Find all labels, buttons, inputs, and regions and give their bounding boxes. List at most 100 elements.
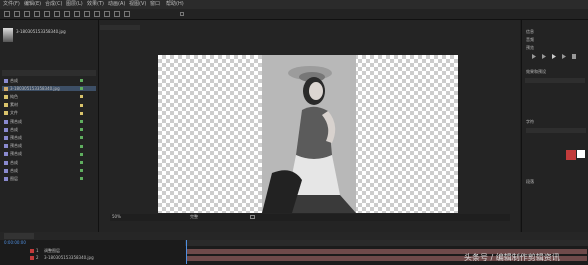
project-item-row[interactable]: 预合成	[2, 144, 96, 149]
project-item-row[interactable]: 素材	[2, 103, 96, 108]
zoom-tool-icon[interactable]	[24, 11, 30, 17]
layer-label-color[interactable]	[30, 249, 34, 253]
footage-thumbnail	[3, 28, 13, 42]
resolution-select[interactable]: 完整	[190, 215, 198, 219]
comp-icon	[4, 135, 8, 140]
menu-item-animation[interactable]: 动画(A)	[108, 2, 125, 7]
menu-item-composition[interactable]: 合成(C)	[45, 2, 62, 7]
project-item-label: 图层	[10, 175, 18, 181]
label-color-dot[interactable]	[80, 136, 83, 140]
pan-tool-icon[interactable]	[54, 11, 60, 17]
menu-item-file[interactable]: 文件(F)	[3, 2, 20, 7]
project-item-row[interactable]: 纯色	[2, 94, 96, 99]
time-ruler[interactable]	[185, 240, 588, 246]
font-select[interactable]	[526, 128, 586, 133]
comp-icon	[4, 168, 8, 173]
project-item-label: 3-180305153358340.jpg	[10, 85, 60, 91]
panel-label-audio[interactable]: 音频	[526, 38, 534, 42]
zoom-select[interactable]: 50%	[112, 215, 121, 219]
comp-icon	[4, 160, 8, 165]
label-color-dot[interactable]	[80, 177, 83, 181]
project-item-row[interactable]: 图层	[2, 176, 96, 181]
label-color-dot[interactable]	[80, 111, 83, 115]
layer-index: 1	[36, 248, 39, 253]
text-tool-icon[interactable]	[84, 11, 90, 17]
project-item-label: 合成	[10, 77, 18, 83]
label-color-dot[interactable]	[80, 95, 83, 99]
project-item-row[interactable]: 合成	[2, 127, 96, 132]
label-color-dot[interactable]	[80, 103, 83, 107]
project-item-row[interactable]: 文件	[2, 111, 96, 116]
puppet-tool-icon[interactable]	[124, 11, 130, 17]
menu-item-window[interactable]: 窗口	[150, 2, 160, 7]
camera-tool-icon[interactable]	[44, 11, 50, 17]
hand-tool-icon[interactable]	[14, 11, 20, 17]
playhead[interactable]	[186, 240, 187, 264]
comp-icon	[4, 144, 8, 149]
project-item-row[interactable]: 预合成	[2, 135, 96, 140]
panel-label-effects[interactable]: 效果和预设	[526, 70, 546, 74]
project-item-label: 预合成	[10, 151, 22, 157]
tab-composition[interactable]	[100, 25, 140, 30]
project-item-label: 素材	[10, 102, 18, 108]
project-item-label: 文件	[10, 110, 18, 116]
project-search-input[interactable]	[2, 70, 96, 76]
project-item-label: 纯色	[10, 93, 18, 99]
rotate-tool-icon[interactable]	[34, 11, 40, 17]
layer-name[interactable]: 调整图层	[44, 249, 60, 253]
footage-icon	[4, 86, 8, 91]
watermark-text: 头条号 / 编辑制作剪辑资讯	[464, 253, 560, 262]
panel-label-paragraph[interactable]: 段落	[526, 180, 534, 184]
project-item-row[interactable]: 合成	[2, 78, 96, 83]
project-item-label: 预合成	[10, 134, 22, 140]
brush-tool-icon[interactable]	[94, 11, 100, 17]
panel-label-info[interactable]: 信息	[526, 30, 534, 34]
folder-icon	[4, 111, 8, 116]
eraser-tool-icon[interactable]	[114, 11, 120, 17]
project-item-label: 预合成	[10, 143, 22, 149]
menu-item-effect[interactable]: 效果(T)	[87, 2, 104, 7]
viewer-controls-bar	[110, 214, 510, 221]
panel-label-preview[interactable]: 预览	[526, 46, 534, 50]
selection-tool-icon[interactable]	[4, 11, 10, 17]
project-item-row[interactable]: 合成	[2, 168, 96, 173]
menu-item-view[interactable]: 视图(V)	[129, 2, 146, 7]
label-color-dot[interactable]	[80, 128, 83, 132]
label-color-dot[interactable]	[80, 144, 83, 148]
menu-item-help[interactable]: 帮助(H)	[166, 2, 184, 7]
pen-tool-icon[interactable]	[74, 11, 80, 17]
project-item-row[interactable]: 预合成	[2, 119, 96, 124]
label-color-dot[interactable]	[80, 79, 83, 82]
comp-icon	[4, 78, 8, 83]
fill-color-swatch[interactable]	[566, 150, 576, 160]
effects-search-input[interactable]	[525, 78, 585, 83]
camera-snapshot-icon[interactable]	[250, 215, 255, 219]
layer-name[interactable]: 3-180305153358340.jpg	[44, 256, 94, 260]
project-item-row[interactable]: 预合成	[2, 152, 96, 157]
project-item-label: 合成	[10, 126, 18, 132]
preview-controls[interactable]	[530, 54, 580, 59]
label-color-dot[interactable]	[80, 161, 83, 164]
menu-item-edit[interactable]: 编辑(E)	[24, 2, 41, 7]
project-item-row[interactable]: 合成	[2, 160, 96, 165]
stroke-color-swatch[interactable]	[577, 150, 585, 158]
clone-tool-icon[interactable]	[104, 11, 110, 17]
panel-label-character[interactable]: 字符	[526, 120, 534, 124]
folder-icon	[4, 94, 8, 99]
folder-icon	[4, 103, 8, 108]
label-color-dot[interactable]	[80, 87, 83, 91]
snap-icon[interactable]	[180, 12, 184, 16]
label-color-dot[interactable]	[80, 169, 83, 173]
project-item-label: 合成	[10, 167, 18, 173]
mask-tool-icon[interactable]	[64, 11, 70, 17]
label-color-dot[interactable]	[80, 152, 83, 156]
footage-image	[262, 55, 356, 213]
layer-index: 2	[36, 255, 39, 260]
menu-item-layer[interactable]: 图层(L)	[66, 2, 83, 7]
project-item-row[interactable]: 3-180305153358340.jpg	[2, 85, 96, 92]
layer-label-color[interactable]	[30, 256, 34, 260]
tab-timeline-comp[interactable]	[4, 233, 34, 239]
project-panel	[0, 20, 99, 232]
timecode-display[interactable]: 0:00:00:00	[4, 241, 26, 245]
label-color-dot[interactable]	[80, 120, 83, 123]
